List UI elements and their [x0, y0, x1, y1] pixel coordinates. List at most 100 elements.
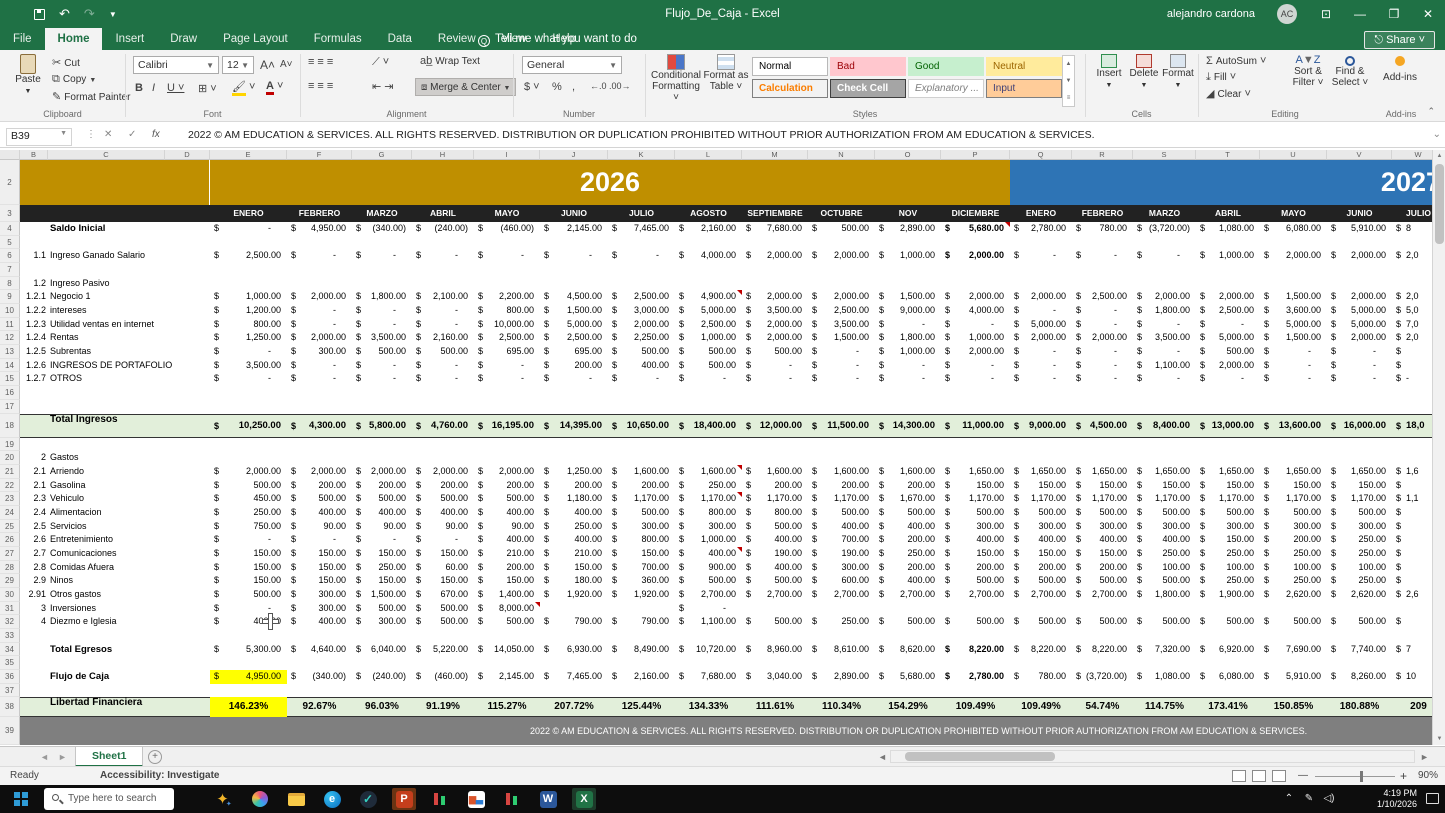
underline-button[interactable]: U ˅	[167, 82, 184, 94]
cell[interactable]: $1,080.00	[1196, 222, 1260, 236]
cell[interactable]: $-	[808, 345, 875, 359]
cell[interactable]: $16,195.00	[474, 414, 540, 438]
cell[interactable]: $8,260.00	[1327, 670, 1392, 684]
cell[interactable]: $2,160.00	[608, 670, 675, 684]
cell[interactable]: $1,650.00	[1260, 465, 1327, 479]
cell[interactable]: $200.00	[875, 533, 941, 547]
cell[interactable]: $200.00	[608, 479, 675, 493]
cell[interactable]: $250.00	[808, 615, 875, 629]
font-size-combo[interactable]: 12▼	[222, 56, 254, 74]
vertical-scroll-thumb[interactable]	[1435, 164, 1444, 244]
cell[interactable]: $500.00	[742, 574, 808, 588]
style-neutral[interactable]: Neutral	[986, 57, 1062, 76]
cell[interactable]: $-	[287, 249, 352, 263]
cell[interactable]: $2,500.00	[1072, 290, 1133, 304]
cell[interactable]: $8,220.00	[941, 643, 1010, 657]
cell[interactable]: $-	[1072, 345, 1133, 359]
cell[interactable]: $3,500.00	[352, 331, 412, 345]
cell[interactable]: $2,000.00	[287, 465, 352, 479]
cell[interactable]: $-	[540, 249, 608, 263]
cell[interactable]: $-	[608, 249, 675, 263]
page-break-view-icon[interactable]	[1272, 770, 1286, 782]
cell[interactable]: $6,080.00	[1196, 670, 1260, 684]
cell[interactable]: $500.00	[474, 492, 540, 506]
tray-expand-icon[interactable]: ⌃	[1281, 785, 1297, 813]
todo-icon[interactable]: ✓	[356, 788, 380, 810]
cell[interactable]: $13,000.00	[1196, 414, 1260, 438]
autosum-button[interactable]: Σ AutoSum ˅	[1206, 55, 1266, 67]
cell[interactable]: $2,500.00	[608, 290, 675, 304]
row-header-2[interactable]: 2	[0, 160, 20, 205]
cell[interactable]: $-	[1327, 345, 1392, 359]
cell[interactable]: $150.00	[412, 574, 474, 588]
cell[interactable]: $500.00	[742, 345, 808, 359]
column-header-C[interactable]: C	[48, 150, 165, 160]
cell[interactable]: $500.00	[1010, 506, 1072, 520]
cell[interactable]: $4,300.00	[287, 414, 352, 438]
cell[interactable]: $200.00	[875, 479, 941, 493]
cell[interactable]: $7,320.00	[1133, 643, 1196, 657]
cell[interactable]: $300.00	[1327, 520, 1392, 534]
accounting-format-icon[interactable]: $ ˅	[524, 81, 540, 93]
cell[interactable]: $500.00	[875, 615, 941, 629]
cell[interactable]: $695.00	[474, 345, 540, 359]
copilot-icon[interactable]	[248, 788, 272, 810]
borders-icon[interactable]: ⊞ ˅	[198, 82, 217, 95]
column-header-N[interactable]: N	[808, 150, 875, 160]
normal-view-icon[interactable]	[1232, 770, 1246, 782]
addins-button[interactable]: Add-ins	[1378, 56, 1422, 83]
cell[interactable]: $200.00	[540, 359, 608, 373]
style-explanatory-[interactable]: Explanatory ...	[908, 79, 984, 98]
cell[interactable]: $-	[808, 372, 875, 386]
cell[interactable]: $1,170.00	[675, 492, 742, 506]
cell[interactable]: $1,600.00	[608, 465, 675, 479]
cell[interactable]: $-	[210, 345, 287, 359]
file-explorer-icon[interactable]	[284, 788, 308, 810]
format-cells-button[interactable]: Format▼	[1160, 54, 1196, 90]
italic-button[interactable]: I	[152, 82, 155, 94]
cell[interactable]: $9,000.00	[875, 304, 941, 318]
cell[interactable]: $2,000.00	[1327, 331, 1392, 345]
cell[interactable]: $18,400.00	[675, 414, 742, 438]
cell[interactable]: $-	[1072, 372, 1133, 386]
cell[interactable]: $600.00	[808, 574, 875, 588]
merge-center-button[interactable]: ⧈ Merge & Center ▼	[415, 78, 516, 96]
cell[interactable]: $150.00	[1010, 479, 1072, 493]
cell[interactable]: $500.00	[210, 479, 287, 493]
row-header-17[interactable]: 17	[0, 400, 20, 414]
cell[interactable]: $500.00	[941, 506, 1010, 520]
cell[interactable]: $-	[941, 372, 1010, 386]
format-painter-button[interactable]: ✎ Format Painter	[52, 90, 130, 103]
cell[interactable]: $-	[1010, 249, 1072, 263]
cell[interactable]: $150.00	[287, 561, 352, 575]
cell[interactable]: $-	[1072, 304, 1133, 318]
cell[interactable]: $500.00	[608, 345, 675, 359]
cell[interactable]: $500.00	[287, 492, 352, 506]
cell[interactable]: $500.00	[1072, 574, 1133, 588]
cell[interactable]: $1,250.00	[210, 331, 287, 345]
cell[interactable]: $7,680.00	[742, 222, 808, 236]
cell[interactable]: 134.33%	[675, 697, 742, 717]
cut-button[interactable]: ✂ Cut	[52, 56, 80, 69]
cell[interactable]: $-	[1327, 359, 1392, 373]
cell[interactable]: $400.00	[608, 359, 675, 373]
cell[interactable]: $(3,720.00)	[1133, 222, 1196, 236]
cell[interactable]: $1,600.00	[742, 465, 808, 479]
cell[interactable]: $500.00	[352, 345, 412, 359]
scroll-down-icon[interactable]: ▼	[1434, 733, 1445, 745]
cell[interactable]: $500.00	[1133, 506, 1196, 520]
cell[interactable]: $-	[352, 533, 412, 547]
collapse-ribbon-icon[interactable]: ⌃	[1427, 106, 1435, 117]
cell[interactable]: $200.00	[287, 479, 352, 493]
cell[interactable]: $1,920.00	[540, 588, 608, 602]
cell[interactable]: $2,000.00	[608, 318, 675, 332]
cell[interactable]: $5,000.00	[1327, 318, 1392, 332]
cell[interactable]: $5,000.00	[675, 304, 742, 318]
cell[interactable]: $250.00	[1327, 533, 1392, 547]
cell[interactable]: $500.00	[1196, 345, 1260, 359]
cell[interactable]: $400.00	[540, 533, 608, 547]
cell[interactable]: $-	[210, 372, 287, 386]
cell[interactable]: $1,170.00	[1196, 492, 1260, 506]
cell[interactable]: $4,950.00	[287, 222, 352, 236]
cell[interactable]: $-	[875, 359, 941, 373]
